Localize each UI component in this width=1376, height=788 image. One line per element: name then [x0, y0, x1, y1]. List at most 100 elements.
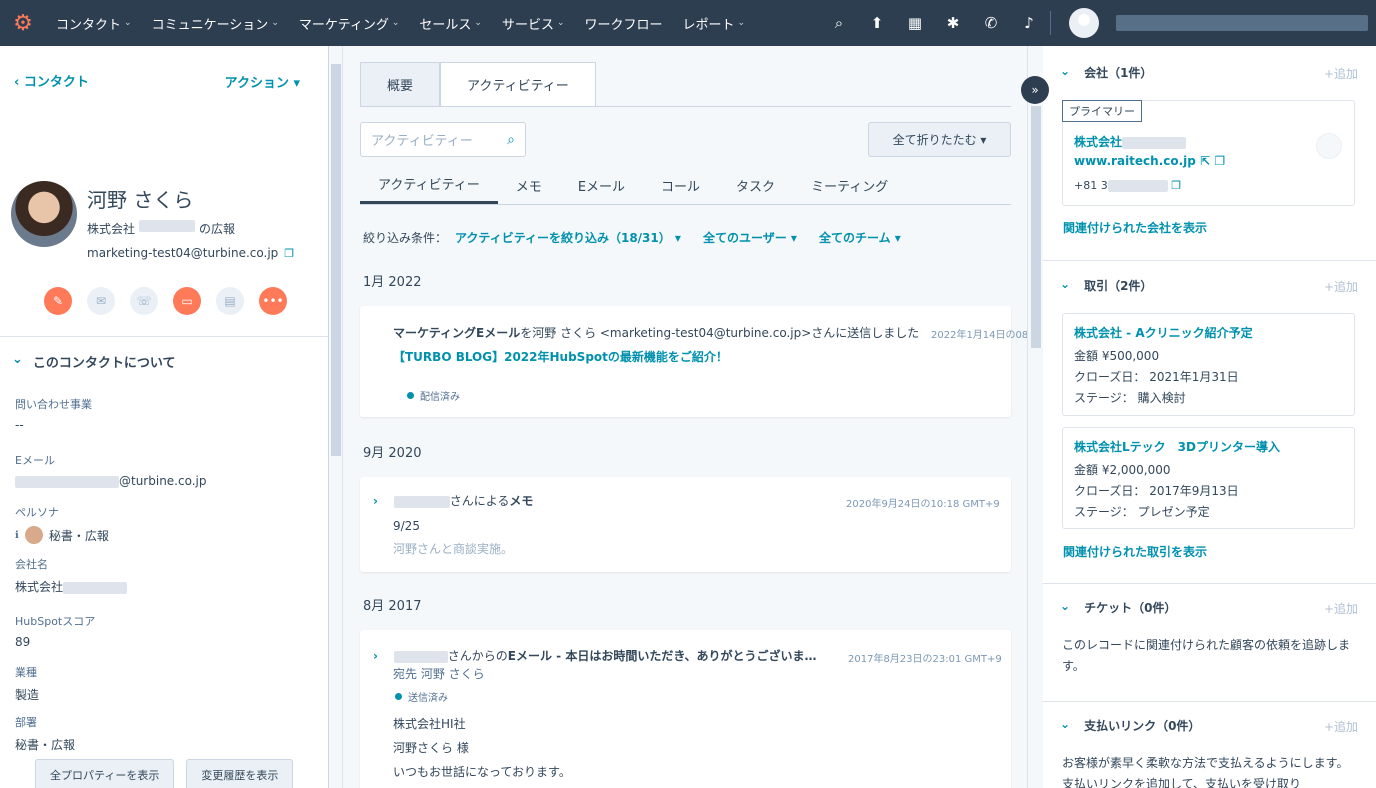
view-associated-deals-link[interactable]: 関連付けられた取引を表示	[1063, 543, 1207, 560]
property-hubspot-score[interactable]: HubSpotスコア 89	[15, 613, 95, 649]
activity-filter-dropdown[interactable]: アクティビティーを絞り込み（18/31） ▾	[455, 229, 681, 246]
subtab-2[interactable]: Eメール	[560, 166, 643, 204]
contact-email-text[interactable]: marketing-test04@turbine.co.jp	[87, 246, 278, 260]
nav-item-1[interactable]: コミュニケーション ⌄	[142, 0, 289, 46]
marketplace-icon[interactable]: ▦	[896, 0, 934, 46]
chevron-down-icon: ⌄	[1060, 64, 1071, 78]
user-avatar[interactable]	[1069, 8, 1099, 38]
subtab-5[interactable]: ミーティング	[793, 166, 906, 204]
payment-links-section-toggle[interactable]: ⌄ 支払いリンク（0件）	[1060, 717, 1200, 734]
copy-icon[interactable]: ❐	[284, 247, 294, 260]
activity-panel: 概要 アクティビティー アクティビティー ⌕ 全て折りたたむ ▾ アクティビティ…	[343, 46, 1027, 788]
copy-icon[interactable]: ❐	[1214, 154, 1225, 168]
activity-type: メモ	[509, 494, 534, 508]
user-account-name-redacted[interactable]	[1116, 15, 1368, 31]
expand-panel-icon[interactable]: »	[1021, 76, 1049, 104]
activity-title: › さんからのEメール - 本日はお時間いただき、ありがとうございま…	[373, 647, 817, 664]
contact-email[interactable]: marketing-test04@turbine.co.jp ❐	[87, 246, 294, 260]
search-icon[interactable]: ⌕	[820, 0, 858, 46]
call-button[interactable]: ☏	[130, 287, 158, 315]
property-department[interactable]: 部署 秘書・広報	[15, 714, 75, 753]
nav-item-label: マーケティング	[298, 17, 389, 33]
company-domain-link[interactable]: www.raitech.co.jp ⇱ ❐	[1074, 154, 1225, 168]
subtab-0[interactable]: アクティビティー	[360, 166, 498, 204]
activity-search-input[interactable]: アクティビティー ⌕	[360, 122, 526, 157]
tab-activity[interactable]: アクティビティー	[440, 62, 596, 107]
activity-title: › さんによるメモ	[373, 492, 533, 509]
nav-item-3[interactable]: セールス ⌄	[409, 0, 492, 46]
calling-icon[interactable]: ✆	[972, 0, 1010, 46]
property-label: HubSpotスコア	[15, 615, 96, 628]
deal-close-date: クローズ日： 2017年9月13日	[1074, 484, 1239, 498]
nav-item-5[interactable]: ワークフロー	[575, 0, 673, 46]
note-button[interactable]: ✎	[44, 287, 72, 315]
companies-section-toggle[interactable]: ⌄ 会社（1件）	[1060, 64, 1152, 81]
email-button[interactable]: ✉	[87, 287, 115, 315]
view-all-properties-button[interactable]: 全プロパティーを表示	[35, 759, 175, 788]
payment-links-section: ⌄ 支払いリンク（0件） +追加 お客様が素早く柔軟な方法で支払えるようにします…	[1043, 702, 1376, 788]
subtab-1[interactable]: メモ	[498, 166, 560, 204]
search-icon[interactable]: ⌕	[507, 132, 515, 148]
tab-overview[interactable]: 概要	[360, 62, 441, 107]
property-persona[interactable]: ペルソナ ℹ 秘書・広報	[15, 504, 109, 544]
scrollbar-thumb[interactable]	[331, 64, 341, 456]
scrollbar-thumb[interactable]	[1031, 106, 1041, 348]
company-phone[interactable]: +81 3 ❐	[1074, 179, 1181, 192]
company-name-link[interactable]: 株式会社	[1074, 133, 1187, 150]
meeting-button[interactable]: ▤	[216, 287, 244, 315]
company-card[interactable]: プライマリー 株式会社 www.raitech.co.jp ⇱ ❐ +81 3 …	[1062, 100, 1355, 206]
property-email[interactable]: Eメール @turbine.co.jp	[15, 452, 207, 488]
more-button[interactable]: •••	[259, 287, 287, 315]
redacted-text	[1107, 180, 1168, 192]
nav-item-4[interactable]: サービス ⌄	[492, 0, 575, 46]
add-payment-link-button[interactable]: +追加	[1324, 718, 1358, 735]
users-filter-dropdown[interactable]: 全てのユーザー ▾	[703, 229, 797, 246]
view-associated-companies-link[interactable]: 関連付けられた会社を表示	[1063, 219, 1207, 236]
view-history-button[interactable]: 変更履歴を表示	[186, 759, 294, 788]
teams-filter-dropdown[interactable]: 全てのチーム ▾	[819, 229, 901, 246]
activity-timestamp: 2020年9月24日の10:18 GMT+9	[846, 499, 1000, 510]
deal-name-link[interactable]: 株式会社Lテック 3Dプリンター導入	[1074, 438, 1280, 455]
tickets-section-toggle[interactable]: ⌄ チケット（0件）	[1060, 599, 1176, 616]
property-label: 会社名	[15, 558, 48, 571]
about-section-toggle[interactable]: ⌄ このコンタクトについて	[12, 352, 176, 371]
activity-card-email[interactable]: › さんからのEメール - 本日はお時間いただき、ありがとうございま… 2017…	[360, 630, 1011, 788]
task-button[interactable]: ▭	[173, 287, 201, 315]
add-company-button[interactable]: +追加	[1324, 65, 1358, 82]
property-company[interactable]: 会社名 株式会社	[15, 556, 128, 595]
deal-card[interactable]: 株式会社 - Aクリニック紹介予定 金額 ¥500,000 クローズ日： 202…	[1062, 313, 1355, 416]
collapse-all-button[interactable]: 全て折りたたむ ▾	[868, 122, 1011, 157]
upgrade-icon[interactable]: ⬆	[858, 0, 896, 46]
property-industry[interactable]: 業種 製造	[15, 664, 39, 703]
notifications-icon[interactable]: ♪	[1010, 0, 1048, 46]
external-link-icon[interactable]: ⇱	[1200, 154, 1210, 168]
activity-card-marketing-email[interactable]: マーケティングEメールを河野 さくら <marketing-test04@tur…	[360, 306, 1027, 417]
email-campaign-link[interactable]: 【TURBO BLOG】2022年HubSpotの最新機能をご紹介！	[393, 348, 728, 365]
nav-item-0[interactable]: コンタクト ⌄	[46, 0, 142, 46]
activity-card-note[interactable]: › さんによるメモ 2020年9月24日の10:18 GMT+9 9/25 河野…	[360, 477, 1011, 572]
nav-item-6[interactable]: レポート ⌄	[673, 0, 756, 46]
add-deal-button[interactable]: +追加	[1324, 278, 1358, 295]
add-ticket-button[interactable]: +追加	[1324, 600, 1358, 617]
middle-scrollbar[interactable]	[1027, 46, 1043, 788]
back-to-contacts-link[interactable]: ‹ コンタクト	[14, 71, 89, 90]
contact-name[interactable]: 河野 さくら	[87, 184, 193, 213]
chevron-right-icon[interactable]: ›	[373, 649, 378, 663]
settings-icon[interactable]: ✱	[934, 0, 972, 46]
contact-avatar[interactable]	[11, 181, 77, 247]
company-domain-text: www.raitech.co.jp	[1074, 154, 1196, 168]
left-scrollbar[interactable]	[329, 46, 343, 788]
deal-name-link[interactable]: 株式会社 - Aクリニック紹介予定	[1074, 324, 1253, 341]
deals-section-toggle[interactable]: ⌄ 取引（2件）	[1060, 277, 1152, 294]
deal-card[interactable]: 株式会社Lテック 3Dプリンター導入 金額 ¥2,000,000 クローズ日： …	[1062, 427, 1355, 529]
subtab-4[interactable]: タスク	[718, 166, 793, 204]
nav-item-2[interactable]: マーケティング ⌄	[289, 0, 410, 46]
actions-dropdown[interactable]: アクション ▾	[225, 72, 300, 91]
subtab-3[interactable]: コール	[643, 166, 718, 204]
property-inquiry[interactable]: 問い合わせ事業 --	[15, 396, 92, 432]
copy-icon[interactable]: ❐	[1171, 179, 1181, 192]
persona-row: ℹ 秘書・広報	[15, 526, 109, 544]
hubspot-logo-icon[interactable]: ⚙	[0, 0, 46, 46]
chevron-right-icon[interactable]: ›	[373, 494, 378, 508]
redacted-text	[63, 581, 128, 594]
